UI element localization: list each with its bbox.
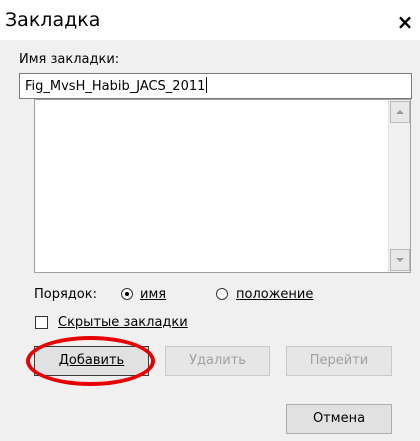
add-button-label: Добавить	[58, 353, 125, 368]
bookmark-list[interactable]	[34, 99, 411, 273]
goto-button[interactable]: Перейти	[286, 346, 392, 376]
bookmark-dialog: Закладка × Имя закладки: Fig_MvsH_Habib_…	[0, 0, 420, 441]
sort-by-position-radio[interactable]	[216, 288, 228, 300]
sort-by-name-label[interactable]: имя	[140, 287, 166, 302]
arrow-down-icon	[396, 258, 404, 262]
dialog-title: Закладка	[5, 9, 101, 31]
scroll-down-button[interactable]	[390, 249, 410, 271]
bookmark-name-input[interactable]: Fig_MvsH_Habib_JACS_2011	[19, 73, 412, 99]
goto-button-label: Перейти	[309, 353, 369, 368]
hidden-bookmarks-checkbox[interactable]	[35, 316, 48, 329]
delete-button-label: Удалить	[189, 353, 246, 368]
scroll-up-button[interactable]	[390, 101, 410, 123]
bookmark-name-value: Fig_MvsH_Habib_JACS_2011	[25, 79, 206, 94]
bookmark-name-label: Имя закладки:	[19, 52, 120, 67]
close-icon[interactable]: ×	[396, 12, 414, 34]
hidden-bookmarks-label[interactable]: Скрытые закладки	[58, 315, 188, 330]
title-bar: Закладка ×	[0, 0, 420, 40]
text-caret	[206, 77, 208, 93]
vertical-scrollbar[interactable]	[388, 100, 410, 272]
sort-by-position-label[interactable]: положение	[236, 287, 313, 302]
cancel-button-label: Отмена	[312, 411, 366, 426]
delete-button[interactable]: Удалить	[165, 346, 270, 376]
sort-by-name-radio[interactable]	[121, 288, 133, 300]
radio-selected-dot	[125, 292, 129, 296]
cancel-button[interactable]: Отмена	[286, 404, 392, 434]
sort-order-label: Порядок:	[34, 287, 97, 302]
arrow-up-icon	[396, 110, 404, 114]
add-button[interactable]: Добавить	[34, 346, 149, 376]
